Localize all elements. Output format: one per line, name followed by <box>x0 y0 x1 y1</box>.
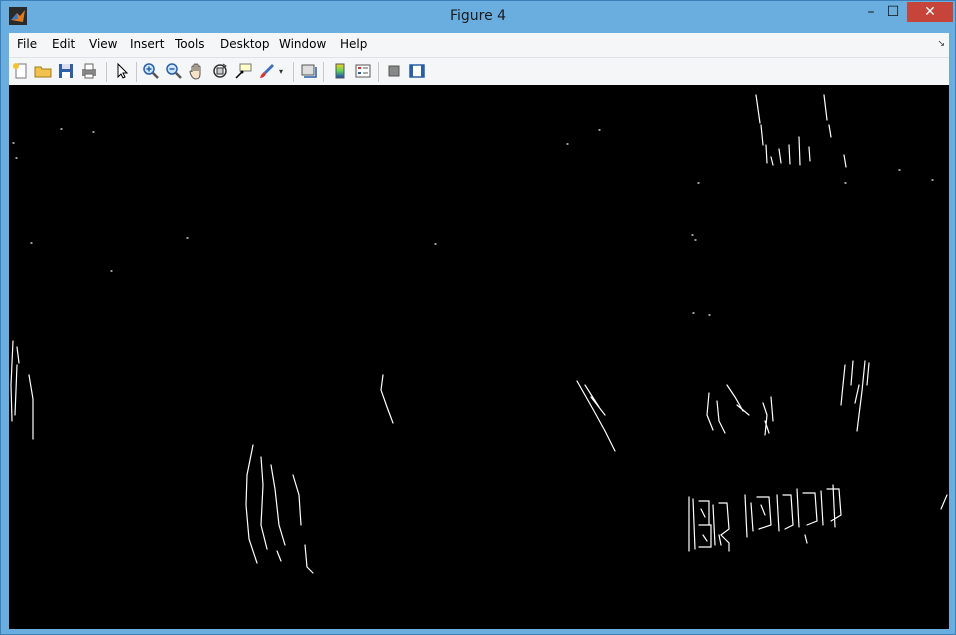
toolbar-separator <box>136 62 137 82</box>
toolbar-separator <box>106 62 107 82</box>
brush-icon[interactable] <box>258 62 276 80</box>
zoom-out-icon[interactable] <box>165 62 183 80</box>
maximize-icon: ☐ <box>886 4 900 20</box>
toolbar-separator <box>378 62 379 82</box>
menu-desktop[interactable]: Desktop <box>220 37 270 51</box>
window-title: Figure 4 <box>449 8 507 24</box>
menu-window[interactable]: Window <box>279 37 326 51</box>
menu-insert[interactable]: Insert <box>130 37 164 51</box>
menu-view[interactable]: View <box>89 37 117 51</box>
data-cursor-icon[interactable] <box>234 62 252 80</box>
menu-bar: File Edit View Insert Tools Desktop Wind… <box>9 33 949 57</box>
dock-arrow-icon[interactable]: ↘ <box>937 39 945 49</box>
menu-tools[interactable]: Tools <box>175 37 205 51</box>
toolbar-separator <box>323 62 324 82</box>
rotate-3d-icon[interactable] <box>211 62 229 80</box>
close-button[interactable]: ✕ <box>907 2 953 22</box>
link-plot-icon[interactable] <box>300 62 318 80</box>
open-file-icon[interactable] <box>34 62 52 80</box>
title-bar[interactable]: Figure 4 – ☐ ✕ <box>1 1 955 32</box>
edit-plot-arrow-icon[interactable] <box>113 62 131 80</box>
menu-help[interactable]: Help <box>340 37 367 51</box>
menu-file[interactable]: File <box>17 37 37 51</box>
hide-plot-tools-icon[interactable] <box>385 62 403 80</box>
toolbar-separator <box>293 62 294 82</box>
brush-dropdown-icon[interactable]: ▾ <box>279 67 283 76</box>
figure-canvas[interactable] <box>9 85 949 629</box>
new-figure-icon[interactable] <box>12 62 30 80</box>
save-icon[interactable] <box>57 62 75 80</box>
minimize-icon: – <box>867 4 875 20</box>
legend-icon[interactable] <box>354 62 372 80</box>
maximize-button[interactable]: ☐ <box>880 2 906 22</box>
figure-window: Figure 4 – ☐ ✕ File Edit View Insert Too… <box>0 0 956 635</box>
close-icon: ✕ <box>924 4 936 20</box>
menu-edit[interactable]: Edit <box>52 37 75 51</box>
figure-toolbar: ▾ <box>9 57 949 86</box>
print-icon[interactable] <box>80 62 98 80</box>
pan-hand-icon[interactable] <box>188 62 206 80</box>
colorbar-icon[interactable] <box>331 62 349 80</box>
zoom-in-icon[interactable] <box>142 62 160 80</box>
show-plot-tools-icon[interactable] <box>408 62 426 80</box>
